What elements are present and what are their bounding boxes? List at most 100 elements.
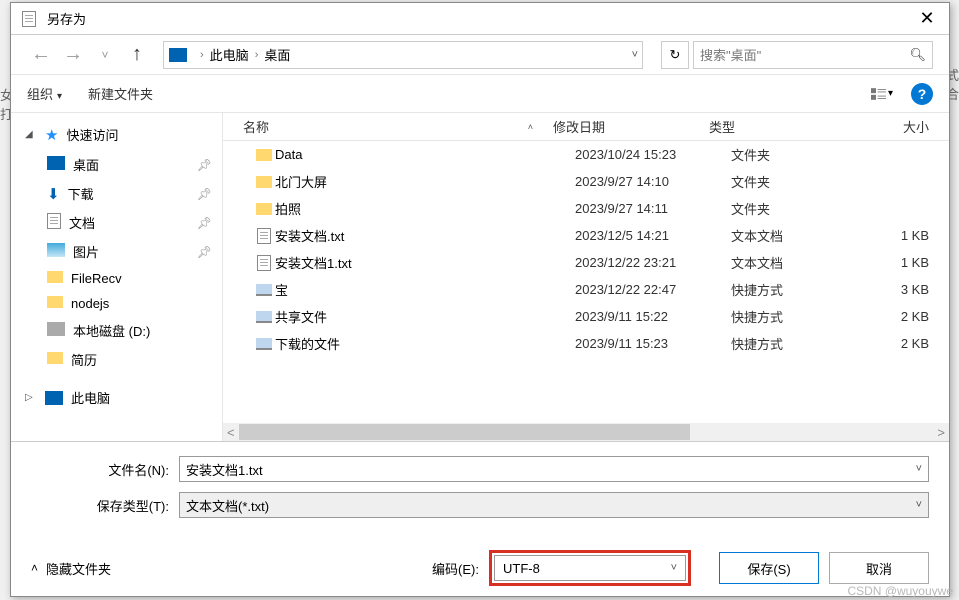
- sidebar-item-label: 本地磁盘 (D:): [73, 321, 150, 340]
- savetype-combo[interactable]: 文本文档(*.txt) ˅: [179, 492, 929, 518]
- column-type[interactable]: 类型: [709, 117, 857, 136]
- file-date: 2023/9/27 14:10: [575, 174, 731, 189]
- file-type: 文本文档: [731, 226, 879, 245]
- nav-bar: ← → ˅ ↑ › 此电脑 › 桌面 ˅ ↻ 搜索"桌面" 🔍︎: [11, 35, 949, 75]
- file-size: 3 KB: [879, 282, 949, 297]
- chevron-down-icon[interactable]: ˅: [916, 463, 922, 475]
- file-type: 文本文档: [731, 253, 879, 272]
- save-as-dialog: 另存为 ✕ ← → ˅ ↑ › 此电脑 › 桌面 ˅ ↻ 搜索"桌面" 🔍︎ 组…: [10, 2, 950, 597]
- file-date: 2023/12/22 22:47: [575, 282, 731, 297]
- sidebar-item-label: 文档: [69, 213, 95, 232]
- breadcrumb-desktop[interactable]: 桌面: [264, 45, 290, 64]
- chevron-icon: ˄: [31, 561, 38, 575]
- cancel-button[interactable]: 取消: [829, 552, 929, 584]
- column-date[interactable]: 修改日期: [553, 117, 709, 136]
- file-row[interactable]: 安装文档.txt 2023/12/5 14:21 文本文档 1 KB: [223, 222, 949, 249]
- history-dropdown[interactable]: ˅: [91, 41, 119, 69]
- folder-icon: [253, 203, 275, 215]
- app-icon: [19, 9, 39, 29]
- watermark: CSDN @wuyouywe: [847, 584, 953, 598]
- file-date: 2023/10/24 15:23: [575, 147, 731, 162]
- chevron-down-icon[interactable]: ˅: [916, 499, 922, 511]
- folder-icon: [47, 352, 63, 367]
- chevron-down-icon[interactable]: ˅: [671, 562, 677, 574]
- file-type: 快捷方式: [731, 307, 879, 326]
- file-size: 1 KB: [879, 228, 949, 243]
- sidebar-item[interactable]: 桌面 📌︎: [11, 150, 222, 179]
- file-name: 下载的文件: [275, 334, 575, 353]
- txt-icon: [253, 228, 275, 244]
- file-size: 2 KB: [879, 336, 949, 351]
- folder-icon: [47, 296, 63, 311]
- encoding-label: 编码(E):: [432, 559, 479, 578]
- lnk-icon: [253, 338, 275, 350]
- encoding-combo[interactable]: UTF-8 ˅: [494, 555, 686, 581]
- new-folder-button[interactable]: 新建文件夹: [88, 84, 153, 103]
- pc-icon: [45, 391, 63, 405]
- sidebar-item-label: 下载: [68, 184, 94, 203]
- lnk-icon: [253, 284, 275, 296]
- sidebar-quick-access[interactable]: ◢ ★ 快速访问: [11, 119, 222, 150]
- file-row[interactable]: 安装文档1.txt 2023/12/22 23:21 文本文档 1 KB: [223, 249, 949, 276]
- pin-icon: 📌︎: [197, 158, 212, 172]
- sidebar-item[interactable]: FileRecv: [11, 266, 222, 291]
- file-name: 安装文档1.txt: [275, 253, 575, 272]
- chevron-down-icon[interactable]: ˅: [632, 49, 638, 61]
- folder-icon: [47, 271, 63, 286]
- hide-folders-button[interactable]: ˄ 隐藏文件夹: [31, 559, 111, 578]
- titlebar: 另存为 ✕: [11, 3, 949, 35]
- pin-icon: 📌︎: [197, 187, 212, 201]
- toolbar: 组织▾ 新建文件夹 ▾ ?: [11, 75, 949, 113]
- view-options-button[interactable]: ▾: [871, 83, 893, 105]
- sidebar-this-pc[interactable]: ▷ 此电脑: [11, 382, 222, 413]
- file-row[interactable]: 下载的文件 2023/9/11 15:23 快捷方式 2 KB: [223, 330, 949, 357]
- search-icon: 🔍︎: [909, 47, 926, 63]
- search-input[interactable]: 搜索"桌面" 🔍︎: [693, 41, 933, 69]
- file-name: 宝: [275, 280, 575, 299]
- close-button[interactable]: ✕: [913, 5, 941, 33]
- sidebar-item[interactable]: nodejs: [11, 291, 222, 316]
- file-date: 2023/12/5 14:21: [575, 228, 731, 243]
- bottom-panel: 文件名(N): 安装文档1.txt ˅ 保存类型(T): 文本文档(*.txt)…: [11, 442, 949, 596]
- doc-icon: [47, 213, 61, 232]
- chevron-icon: ◢: [25, 129, 37, 140]
- window-title: 另存为: [47, 9, 913, 28]
- file-name: 北门大屏: [275, 172, 575, 191]
- breadcrumb[interactable]: › 此电脑 › 桌面 ˅: [163, 41, 643, 69]
- dl-icon: ⬇: [47, 185, 60, 203]
- file-type: 文件夹: [731, 172, 879, 191]
- sidebar-item[interactable]: 文档 📌︎: [11, 208, 222, 237]
- breadcrumb-pc[interactable]: 此电脑: [210, 45, 249, 64]
- file-row[interactable]: 共享文件 2023/9/11 15:22 快捷方式 2 KB: [223, 303, 949, 330]
- forward-button[interactable]: →: [59, 41, 87, 69]
- file-date: 2023/9/11 15:22: [575, 309, 731, 324]
- help-icon[interactable]: ?: [911, 83, 933, 105]
- sidebar-item[interactable]: 简历: [11, 345, 222, 374]
- file-name: Data: [275, 147, 575, 162]
- back-button[interactable]: ←: [27, 41, 55, 69]
- file-list-area: 名称 ˄ 修改日期 类型 大小 Data 2023/10/24 15:23 文件…: [223, 113, 949, 441]
- file-type: 文件夹: [731, 199, 879, 218]
- horizontal-scrollbar[interactable]: [223, 423, 949, 441]
- file-row[interactable]: 宝 2023/12/22 22:47 快捷方式 3 KB: [223, 276, 949, 303]
- refresh-button[interactable]: ↻: [661, 41, 689, 69]
- folder-icon: [253, 176, 275, 188]
- file-row[interactable]: Data 2023/10/24 15:23 文件夹: [223, 141, 949, 168]
- sidebar-item[interactable]: ⬇ 下载 📌︎: [11, 179, 222, 208]
- file-row[interactable]: 拍照 2023/9/27 14:11 文件夹: [223, 195, 949, 222]
- save-button[interactable]: 保存(S): [719, 552, 819, 584]
- file-row[interactable]: 北门大屏 2023/9/27 14:10 文件夹: [223, 168, 949, 195]
- filename-label: 文件名(N):: [31, 460, 179, 479]
- up-button[interactable]: ↑: [123, 41, 151, 69]
- sidebar-item-label: nodejs: [71, 296, 109, 311]
- chevron-icon: ›: [255, 49, 259, 61]
- sidebar-item[interactable]: 本地磁盘 (D:): [11, 316, 222, 345]
- column-name[interactable]: 名称 ˄: [223, 117, 553, 136]
- sidebar-item[interactable]: 图片 📌︎: [11, 237, 222, 266]
- column-size[interactable]: 大小: [857, 117, 949, 136]
- organize-button[interactable]: 组织▾: [27, 84, 62, 103]
- filename-input[interactable]: 安装文档1.txt ˅: [179, 456, 929, 482]
- chevron-icon: ›: [200, 49, 204, 61]
- file-type: 快捷方式: [731, 280, 879, 299]
- file-name: 拍照: [275, 199, 575, 218]
